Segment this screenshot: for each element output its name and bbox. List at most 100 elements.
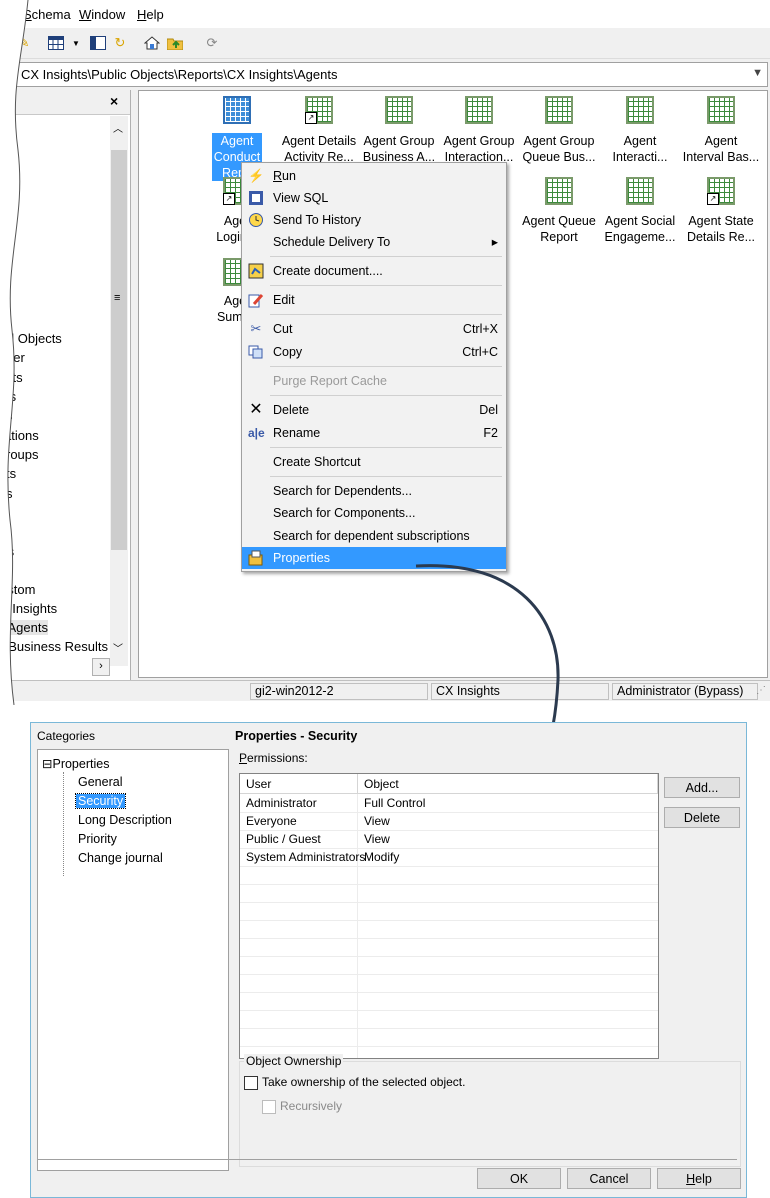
path-combobox[interactable]: CX Insights\Public Objects\Reports\CX In…	[0, 62, 768, 87]
column-header-object[interactable]: Object	[358, 774, 658, 794]
tree-item-general[interactable]: General	[78, 775, 122, 789]
run-icon: ⚡	[248, 168, 265, 183]
tree-root-properties[interactable]: ⊟Properties	[42, 756, 109, 771]
history-icon[interactable]: ↻	[110, 33, 130, 53]
report-item[interactable]: Agent Interval Bas...	[681, 133, 761, 165]
menu-item-send-to-history[interactable]: Send To History	[242, 209, 506, 231]
column-header-user[interactable]: User	[240, 774, 358, 794]
menu-item-create-shortcut[interactable]: Create Shortcut	[242, 451, 506, 473]
home-icon[interactable]	[142, 33, 162, 53]
report-item[interactable]: Agent Details Activity Re...	[279, 133, 359, 165]
report-icon[interactable]	[223, 96, 251, 124]
help-button[interactable]: Help	[657, 1168, 741, 1189]
dialog-divider	[37, 1159, 737, 1160]
object-ownership-label: Object Ownership	[244, 1054, 344, 1068]
table-row-empty	[240, 866, 658, 885]
table-row[interactable]: Public / Guest View	[240, 830, 658, 849]
path-text: CX Insights\Public Objects\Reports\CX In…	[21, 67, 338, 82]
table-row[interactable]: Everyone View	[240, 812, 658, 831]
menu-item-search-components[interactable]: Search for Components...	[242, 502, 506, 524]
table-row-empty	[240, 938, 658, 957]
history-clock-icon	[248, 212, 264, 228]
categories-label: Categories	[37, 729, 96, 743]
menu-item-run[interactable]: ⚡ Run	[242, 165, 506, 187]
tree-item-priority[interactable]: Priority	[78, 832, 117, 846]
toolbar: ✎ ▼ ↻ ⟳	[0, 28, 770, 59]
menu-separator	[270, 447, 502, 448]
delete-button[interactable]: Delete	[664, 807, 740, 828]
tree-item-security[interactable]: Security	[74, 793, 127, 809]
sql-icon	[248, 190, 264, 206]
report-item[interactable]: Agent Social Engageme...	[600, 213, 680, 245]
report-icon[interactable]	[626, 96, 654, 124]
menu-separator	[270, 366, 502, 367]
properties-icon	[248, 550, 264, 566]
menu-separator	[270, 256, 502, 257]
menu-bar: Schema Window Help	[0, 0, 770, 28]
torn-edge-decoration	[0, 0, 29, 705]
report-icon[interactable]	[385, 96, 413, 124]
chevron-down-icon[interactable]: ▼	[752, 67, 763, 79]
permissions-table[interactable]: User Object Administrator Full Control Ev…	[239, 773, 659, 1059]
report-icon[interactable]	[465, 96, 493, 124]
status-user: Administrator (Bypass)	[612, 683, 758, 700]
report-item[interactable]: Agent Interacti...	[600, 133, 680, 165]
table-row-empty	[240, 1010, 658, 1029]
report-item[interactable]: Agent Group Business A...	[359, 133, 439, 165]
scroll-right-icon[interactable]: ›	[92, 658, 110, 676]
cancel-button[interactable]: Cancel	[567, 1168, 651, 1189]
folder-up-icon[interactable]	[165, 33, 185, 53]
table-row-empty	[240, 902, 658, 921]
report-item[interactable]: Agent Queue Report	[519, 213, 599, 245]
report-item[interactable]: Agent Group Interaction...	[439, 133, 519, 165]
menu-item-view-sql[interactable]: View SQL	[242, 187, 506, 209]
context-menu: ⚡ Run View SQL Send To History Schedule D…	[241, 162, 507, 572]
grid-view-icon[interactable]	[46, 33, 66, 53]
menu-item-rename[interactable]: a|e Rename F2	[242, 422, 506, 444]
tree-scrollbar-thumb[interactable]	[111, 150, 127, 550]
report-icon[interactable]	[707, 96, 735, 124]
add-button[interactable]: Add...	[664, 777, 740, 798]
collapse-icon[interactable]: ⊟	[42, 757, 52, 771]
edit-pencil-icon	[248, 292, 264, 308]
table-row[interactable]: System Administrators Modify	[240, 848, 658, 867]
report-icon[interactable]	[545, 96, 573, 124]
tree-item-long-description[interactable]: Long Description	[78, 813, 172, 827]
menu-item-create-document[interactable]: Create document....	[242, 260, 506, 282]
report-shortcut-icon[interactable]: ↗	[305, 96, 333, 124]
ok-button[interactable]: OK	[477, 1168, 561, 1189]
menu-item-copy[interactable]: Copy Ctrl+C	[242, 341, 506, 363]
take-ownership-checkbox[interactable]	[244, 1076, 258, 1090]
report-item[interactable]: Agent State Details Re...	[681, 213, 761, 245]
table-row[interactable]: Administrator Full Control	[240, 794, 658, 813]
table-row-empty	[240, 992, 658, 1011]
menu-help[interactable]: Help	[137, 7, 164, 22]
resize-grip-icon[interactable]: ⋰	[756, 685, 766, 696]
report-item[interactable]: Agent Group Queue Bus...	[519, 133, 599, 165]
menu-item-delete[interactable]: ✕ Delete Del	[242, 399, 506, 421]
table-row-empty	[240, 974, 658, 993]
refresh-icon[interactable]: ⟳	[202, 33, 222, 53]
rename-icon: a|e	[248, 426, 265, 440]
report-icon[interactable]	[545, 177, 573, 205]
menu-item-edit[interactable]: Edit	[242, 289, 506, 311]
delete-x-icon: ✕	[249, 401, 263, 418]
report-icon[interactable]	[626, 177, 654, 205]
details-pane-icon[interactable]	[88, 33, 108, 53]
view-dropdown-icon[interactable]: ▼	[66, 33, 86, 53]
report-shortcut-icon[interactable]: ↗	[707, 177, 735, 205]
menu-separator	[270, 476, 502, 477]
menu-separator	[270, 395, 502, 396]
menu-item-search-dependents[interactable]: Search for Dependents...	[242, 480, 506, 502]
close-icon[interactable]: ×	[110, 93, 118, 109]
table-row-empty	[240, 956, 658, 975]
permissions-label: Permissions:	[239, 751, 308, 765]
menu-item-cut[interactable]: ✂ Cut Ctrl+X	[242, 318, 506, 340]
menu-item-schedule-delivery[interactable]: Schedule Delivery To ▸	[242, 231, 506, 253]
tree-item-change-journal[interactable]: Change journal	[78, 851, 163, 865]
table-row-empty	[240, 1028, 658, 1047]
scroll-down-icon[interactable]: ﹀	[113, 640, 123, 655]
scroll-up-icon[interactable]: ︿	[113, 120, 123, 135]
menu-window[interactable]: Window	[79, 7, 125, 22]
object-ownership-group: Object Ownership Take ownership of the s…	[239, 1054, 741, 1167]
